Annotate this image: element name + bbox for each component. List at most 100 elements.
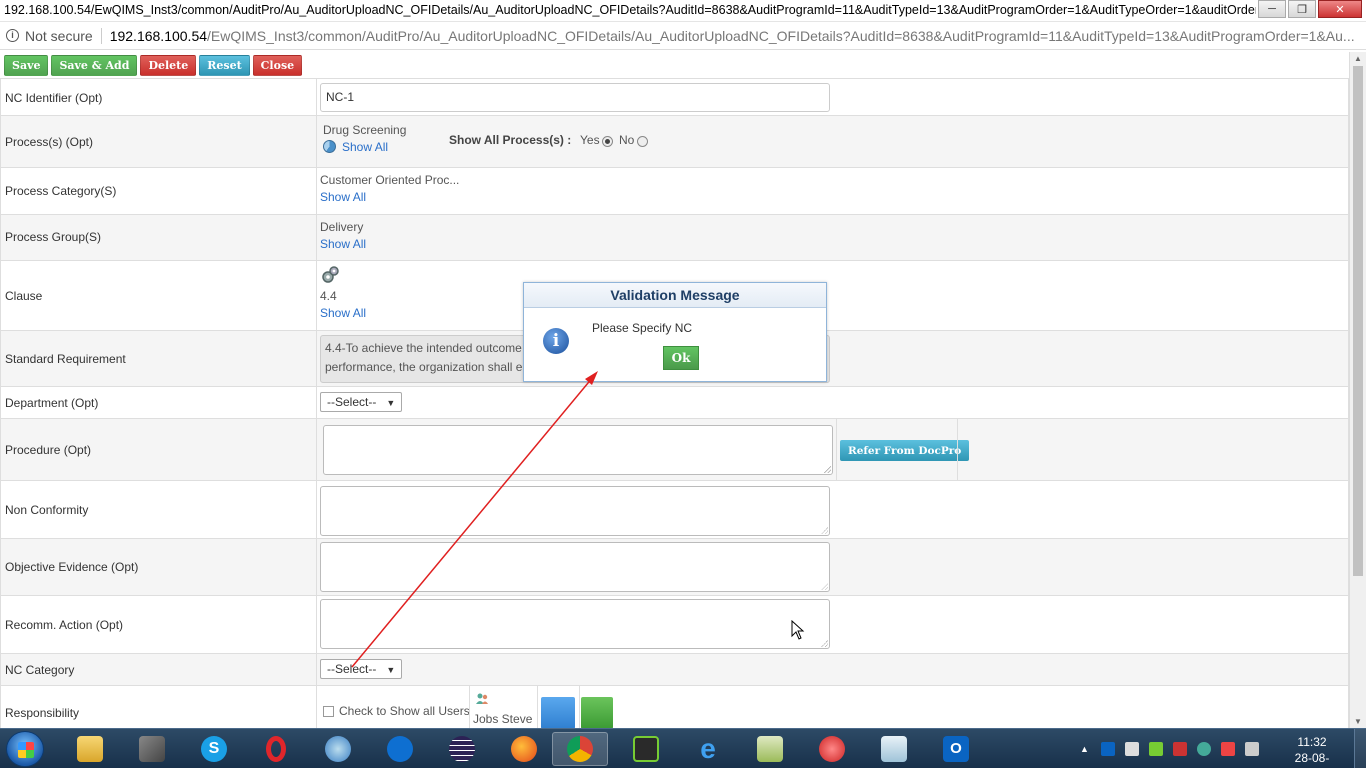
row-department: Department (Opt) --Select-- ▼ [0,386,1349,418]
scroll-down-icon[interactable]: ▼ [1354,717,1362,726]
row-objective-evidence: Objective Evidence (Opt) [0,538,1349,595]
yes-radio[interactable] [602,136,613,147]
taskbar-chrome[interactable] [552,732,608,766]
antivirus-tray-icon[interactable] [1220,742,1235,756]
system-clock[interactable]: 11:32 28-08-2018 [1284,734,1340,768]
no-label: No [619,133,635,147]
firefox-icon [511,736,537,762]
opera-icon [266,736,286,762]
close-button[interactable]: Close [252,54,303,76]
processes-show-all-link[interactable]: Show All [342,140,388,154]
taskbar-explorer[interactable] [62,732,118,766]
taskbar-notes[interactable] [866,732,922,766]
vertical-scrollbar[interactable]: ▲ ▼ [1349,52,1366,728]
scroll-up-icon[interactable]: ▲ [1354,54,1362,63]
url-host: 192.168.100.54 [109,27,208,44]
nc-category-select-value: --Select-- [327,662,377,676]
show-all-users-checkbox[interactable]: Check to Show all Users [323,704,470,718]
blue-action-button[interactable] [541,697,575,729]
skype-icon: S [201,736,227,762]
tools-icon [139,736,165,762]
maximize-button[interactable]: ❐ [1288,0,1316,18]
show-desktop-button[interactable] [1354,729,1366,768]
taskbar-eclipse[interactable] [434,732,490,766]
safari-icon [325,736,351,762]
taskbar-notepadpp[interactable] [742,732,798,766]
nc-category-select[interactable]: --Select-- ▼ [320,659,403,679]
process-category-value: Customer Oriented Proc... [320,173,460,187]
row-process-group: Process Group(S) Delivery Show All [0,214,1349,260]
save-and-add-button[interactable]: Save & Add [51,54,138,76]
url-text[interactable]: 192.168.100.54/EwQIMS_Inst3/common/Audit… [110,28,1355,44]
volume-icon[interactable] [1244,742,1259,756]
scrollbar-thumb[interactable] [1353,66,1363,576]
taskbar-safari[interactable] [310,732,366,766]
department-select-value: --Select-- [327,395,377,409]
ok-button[interactable]: Ok [663,346,699,370]
internet-explorer-icon: e [700,733,716,764]
save-button[interactable]: Save [4,54,49,76]
no-radio[interactable] [637,136,648,147]
taskbar-skype[interactable]: S [186,732,242,766]
checkbox[interactable] [323,706,334,718]
responsible-user: Jobs Steve [473,712,533,726]
reset-button[interactable]: Reset [199,54,250,76]
teamviewer-icon [387,736,413,762]
nc-identifier-label: NC Identifier (Opt) [5,91,103,105]
taskbar-greenshot[interactable] [618,732,674,766]
taskbar-tools[interactable] [124,732,180,766]
objective-evidence-textarea[interactable] [320,542,830,592]
department-select[interactable]: --Select-- ▼ [320,392,403,412]
procedure-label: Procedure (Opt) [5,443,92,457]
notes-icon [881,736,907,762]
process-category-show-all-link[interactable]: Show All [320,190,366,204]
processes-label: Process(s) (Opt) [5,135,94,149]
recomm-action-textarea[interactable] [320,599,830,649]
standard-requirement-label: Standard Requirement [5,352,126,366]
greenshot-icon [633,736,659,762]
non-conformity-label: Non Conformity [5,503,89,517]
notepad-plus-icon [757,736,783,762]
taskbar-teamviewer[interactable] [372,732,428,766]
refer-from-docpro-button[interactable]: Refer From DocPro [840,440,970,461]
greenshot-tray-icon[interactable] [1148,742,1163,756]
procedure-textarea[interactable] [323,425,833,475]
delete-button[interactable]: Delete [140,54,197,76]
show-hidden-icons-icon[interactable]: ▲ [1080,744,1089,754]
clock-date: 28-08-2018 [1294,751,1330,768]
clause-show-all-link[interactable]: Show All [320,306,366,320]
non-conformity-textarea[interactable] [320,486,830,536]
address-bar[interactable]: i Not secure 192.168.100.54/EwQIMS_Inst3… [0,22,1366,50]
row-non-conformity: Non Conformity [0,480,1349,538]
show-all-processes-label: Show All Process(s) : [449,133,572,147]
flag-tray-icon[interactable] [1172,742,1187,756]
green-action-button[interactable] [581,697,613,729]
users-icon[interactable] [475,692,489,706]
start-button[interactable] [6,731,44,767]
dialog-title: Validation Message [524,283,826,308]
process-group-value: Delivery [320,220,364,234]
network-tray-icon[interactable] [1124,742,1139,756]
action-toolbar: Save Save & Add Delete Reset Close [0,52,305,78]
url-path: /EwQIMS_Inst3/common/AuditPro/Au_Auditor… [207,27,1355,44]
taskbar-opera[interactable] [248,732,304,766]
outlook-tray-icon[interactable] [1100,742,1115,756]
row-recomm-action: Recomm. Action (Opt) [0,595,1349,653]
info-icon[interactable]: i [6,29,19,42]
chevron-down-icon: ▼ [386,398,396,408]
row-processes: Process(s) (Opt) Drug Screening Show All… [0,115,1349,167]
globe-tray-icon[interactable] [1196,742,1211,756]
chrome-icon [567,736,593,762]
taskbar-ie[interactable]: e [680,732,736,766]
nc-identifier-input[interactable]: NC-1 [320,83,830,112]
row-procedure: Procedure (Opt) Refer From DocPro [0,418,1349,480]
minimize-button[interactable]: ─ [1258,0,1286,18]
close-window-button[interactable]: ✕ [1318,0,1362,18]
gears-icon[interactable] [320,265,340,285]
process-group-show-all-link[interactable]: Show All [320,237,366,251]
windows-taskbar: S e O ▲ 11:32 28-08-2018 [0,728,1366,768]
taskbar-firefox[interactable] [496,732,552,766]
taskbar-snipping[interactable] [804,732,860,766]
folder-icon [77,736,103,762]
taskbar-outlook[interactable]: O [928,732,984,766]
